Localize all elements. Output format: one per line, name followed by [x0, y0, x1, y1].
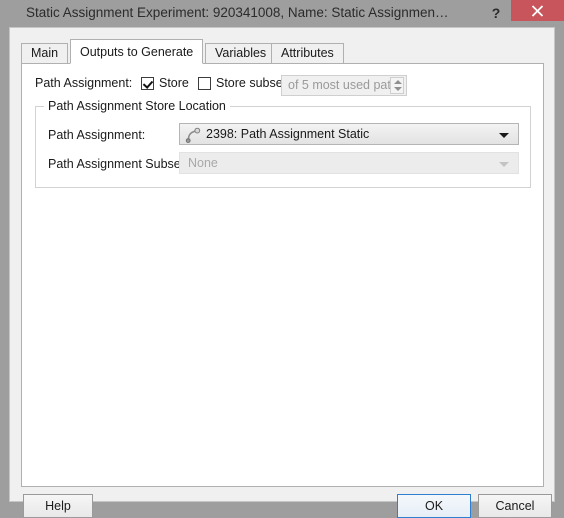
- chevron-up-icon[interactable]: [394, 80, 402, 84]
- path-assignment-icon: [185, 127, 201, 143]
- path-assignment-row: Path Assignment:: [35, 76, 132, 96]
- path-assignment-store-location-group: Path Assignment Store Location Path Assi…: [35, 99, 531, 188]
- title-bar: Static Assignment Experiment: 920341008,…: [0, 0, 564, 27]
- dialog-window: Static Assignment Experiment: 920341008,…: [0, 0, 564, 518]
- cancel-button[interactable]: Cancel: [478, 494, 552, 518]
- tab-outputs-to-generate[interactable]: Outputs to Generate: [70, 39, 204, 64]
- store-subset-checkbox-label: Store subset: [216, 76, 287, 90]
- tab-main[interactable]: Main: [21, 43, 69, 63]
- store-checkbox[interactable]: Store: [141, 76, 189, 90]
- chevron-down-icon[interactable]: [499, 133, 509, 138]
- store-checkbox-label: Store: [159, 76, 189, 90]
- close-button[interactable]: [511, 0, 564, 21]
- tab-strip: Main Outputs to Generate Variables Attri…: [21, 39, 534, 64]
- tab-content-panel: Path Assignment: Store Store subset of 5…: [21, 63, 544, 487]
- window-title: Static Assignment Experiment: 920341008,…: [26, 5, 449, 20]
- chevron-down-icon: [499, 162, 509, 167]
- path-assignment-subset-field-label: Path Assignment Subset:: [48, 157, 188, 171]
- path-assignment-label: Path Assignment:: [35, 76, 133, 90]
- store-subset-checkbox[interactable]: Store subset: [198, 76, 286, 90]
- chevron-down-icon[interactable]: [394, 87, 402, 91]
- tab-variables[interactable]: Variables: [205, 43, 277, 63]
- store-checkbox-box[interactable]: [141, 76, 154, 90]
- path-assignment-field-label: Path Assignment:: [48, 128, 146, 142]
- subset-count-stepper[interactable]: of 5 most used paths: [281, 75, 407, 96]
- subset-count-stepper-buttons[interactable]: [390, 77, 404, 94]
- group-title: Path Assignment Store Location: [44, 99, 230, 113]
- help-button[interactable]: Help: [23, 494, 93, 518]
- subset-count-value: of 5 most used paths: [288, 78, 405, 92]
- store-subset-checkbox-box[interactable]: [198, 76, 211, 90]
- ok-button[interactable]: OK: [397, 494, 471, 518]
- path-assignment-subset-combobox: None: [179, 152, 519, 174]
- path-assignment-combobox[interactable]: 2398: Path Assignment Static: [179, 123, 519, 145]
- close-icon: [531, 5, 544, 17]
- titlebar-help-button[interactable]: ?: [487, 3, 505, 23]
- path-assignment-combobox-value: 2398: Path Assignment Static: [206, 127, 370, 141]
- dialog-body: Main Outputs to Generate Variables Attri…: [9, 27, 555, 518]
- tab-attributes[interactable]: Attributes: [271, 43, 344, 63]
- path-assignment-subset-combobox-value: None: [188, 156, 218, 170]
